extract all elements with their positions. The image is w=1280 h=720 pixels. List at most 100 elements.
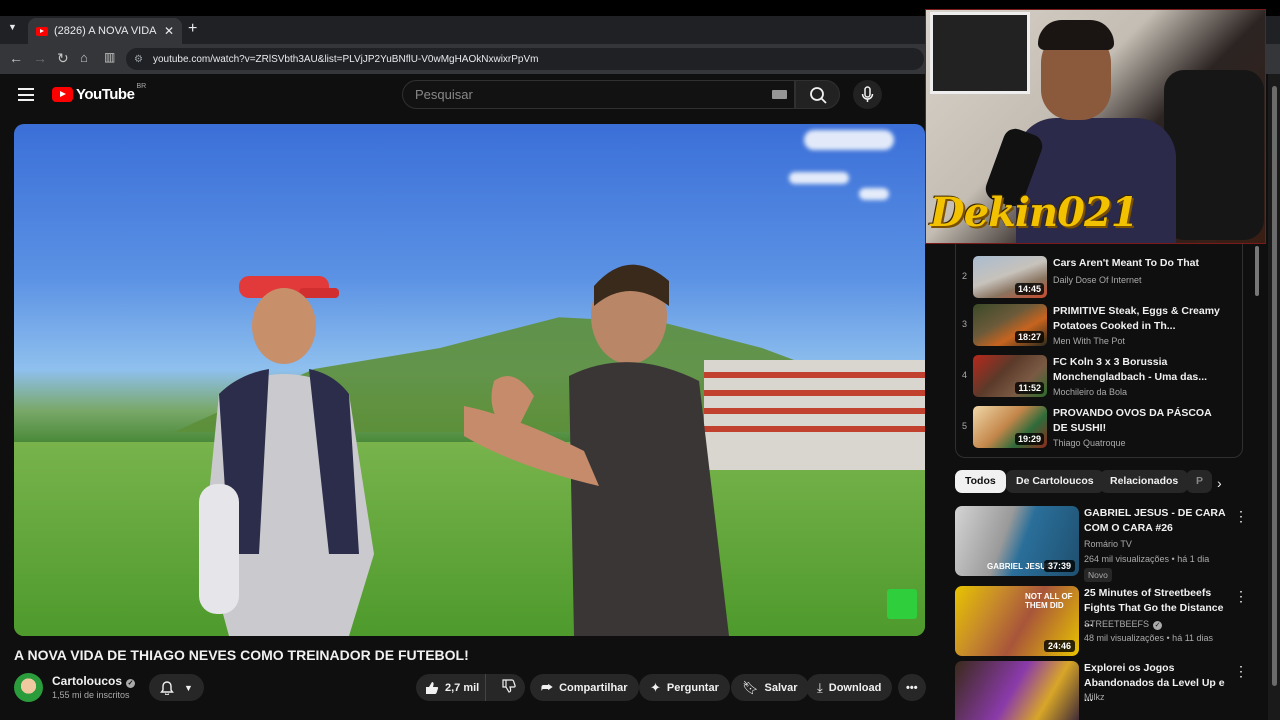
youtube-logo[interactable]: YouTube BR [52,83,147,103]
country-code: BR [136,83,147,90]
duration: 18:27 [1014,331,1044,343]
ask-button[interactable]: ✦ Perguntar [639,674,730,701]
thumbnail-caption: NOT ALL OF THEM DID [1025,592,1073,610]
recommended-video[interactable]: Explorei os Jogos Abandonados da Level U… [955,661,1245,720]
verified-icon: ✓ [126,679,136,688]
playlist-thumbnail: 19:29 [973,406,1047,448]
thumbnail-caption: GABRIEL JESUS [987,562,1052,571]
new-badge: Novo [1084,568,1112,582]
sparkle-icon: ✦ [650,679,661,695]
like-dislike-group: 2,7 mil [416,674,525,701]
channel-name[interactable]: Cartoloucos ✓ [52,674,136,688]
new-tab-icon[interactable]: + [188,20,197,38]
playlist-thumbnail: 11:52 [973,355,1047,397]
playlist-index: 4 [962,370,968,380]
video-player[interactable] [14,124,925,636]
tab-search-chevron-icon[interactable]: ▼ [8,22,17,32]
download-button[interactable]: ⤓ Download [806,674,893,701]
microphone-icon [861,86,874,102]
forward-icon[interactable]: → [33,50,47,66]
chevron-right-icon[interactable]: › [1217,475,1222,491]
bell-icon [160,681,174,695]
share-label: Compartilhar [559,681,628,694]
home-icon[interactable]: ⌂ [80,50,88,65]
playlist-index: 5 [962,421,968,431]
duration: 11:52 [1015,382,1044,394]
more-vertical-icon[interactable]: ⋮ [1234,588,1248,605]
share-icon: ⮫ [541,679,554,695]
recommended-video[interactable]: GABRIEL JESUS 37:39 GABRIEL JESUS - DE C… [955,506,1248,582]
cloud [859,188,889,200]
playlist-title: PRIMITIVE Steak, Eggs & Creamy Potatoes … [1053,305,1220,332]
search-input[interactable]: Pesquisar [402,80,795,109]
channel-name-text: Cartoloucos [52,674,123,688]
reload-icon[interactable]: ↻ [57,50,69,67]
recommended-title: Explorei os Jogos Abandonados da Level U… [1084,662,1225,704]
verified-icon: ✓ [1153,621,1163,630]
close-tab-icon[interactable]: ✕ [164,24,174,38]
url-field[interactable]: ⚙ youtube.com/watch?v=ZRlSVbth3AU&list=P… [126,48,924,70]
duration: 14:45 [1014,283,1044,295]
share-button[interactable]: ⮫ Compartilhar [530,674,639,701]
dislike-button[interactable] [492,679,525,696]
playlist-thumbnail: 14:45 [973,256,1047,298]
download-label: Download [828,681,882,694]
bookmark-icon: 🔖︎ [742,679,759,695]
playlist-item[interactable]: 4 11:52 FC Koln 3 x 3 Borussia Monchengl… [962,353,1232,399]
keyboard-icon[interactable] [772,90,787,99]
search-icon [810,87,827,104]
recommended-channel: STREETBEEFS ✓ [1084,619,1163,630]
playlist-channel: Thiago Quatroque [1053,438,1126,448]
channel-watermark[interactable] [887,589,917,619]
chip-all[interactable]: Todos [955,470,1006,493]
save-label: Salvar [764,681,798,694]
playlist-item[interactable]: 3 18:27 PRIMITIVE Steak, Eggs & Creamy P… [962,302,1232,348]
voice-search-button[interactable] [853,80,882,109]
thumbs-up-icon [426,681,439,694]
url-text: youtube.com/watch?v=ZRlSVbth3AU&list=PLV… [152,53,539,65]
recommended-stats: 264 mil visualizações • há 1 dia [1084,554,1210,564]
playlist-channel: Mochileiro da Bola [1053,387,1128,397]
chip-partial[interactable]: P [1186,470,1212,493]
search-button[interactable] [795,80,840,109]
tab-title: (2826) A NOVA VIDA DE THIAGO NEVES [54,25,158,37]
playlist-title: PROVANDO OVOS DA PÁSCOA DE SUSHI! [1053,407,1212,434]
chevron-down-icon: ▼ [184,682,193,693]
more-vertical-icon[interactable]: ⋮ [1234,663,1245,680]
download-icon: ⤓ [817,679,823,695]
channel-name-text: STREETBEEFS [1084,619,1150,629]
duration: 37:39 [1043,560,1075,572]
save-button[interactable]: 🔖︎ Salvar [731,674,809,701]
back-icon[interactable]: ← [9,50,23,66]
playlist-scrollbar[interactable] [1255,246,1259,296]
thumbs-down-icon [501,679,516,693]
video-thumbnail: GABRIEL JESUS 37:39 [955,506,1079,576]
more-vertical-icon[interactable]: ⋮ [1234,508,1248,525]
playlist-channel: Daily Dose Of Internet [1053,275,1142,285]
gaming-chair [1164,70,1264,240]
browser-tab[interactable]: (2826) A NOVA VIDA DE THIAGO NEVES ✕ [28,18,182,44]
playlist-item[interactable]: 2 14:45 Cars Aren't Meant To Do That Dai… [962,254,1232,300]
youtube-favicon-icon [36,26,48,36]
chip-related[interactable]: Relacionados [1100,470,1189,493]
playlist-index: 2 [962,271,968,281]
recommended-channel: Milkz [1084,692,1105,702]
reading-mode-icon[interactable]: ▥ [104,50,115,64]
playlist-thumbnail: 18:27 [973,304,1047,346]
recommended-channel: Romário TV [1084,539,1132,549]
playlist-channel: Men With The Pot [1053,336,1125,346]
more-actions-button[interactable]: ••• [898,674,926,701]
video-title: A NOVA VIDA DE THIAGO NEVES COMO TREINAD… [14,647,469,663]
playlist-item[interactable]: 5 19:29 PROVANDO OVOS DA PÁSCOA DE SUSHI… [962,404,1232,450]
like-button[interactable]: 2,7 mil [416,674,487,701]
channel-avatar[interactable] [14,673,43,702]
duration: 24:46 [1043,640,1075,652]
chip-from-channel[interactable]: De Cartoloucos [1006,470,1104,493]
site-info-icon[interactable]: ⚙ [134,54,143,65]
notification-button[interactable]: ▼ [149,674,204,701]
menu-icon[interactable] [18,88,34,101]
video-thumbnail: NOT ALL OF THEM DID 24:46 [955,586,1079,656]
subscriber-count: 1,55 mi de inscritos [52,690,130,700]
recommended-video[interactable]: NOT ALL OF THEM DID 24:46 25 Minutes of … [955,586,1248,658]
page-scrollbar-thumb[interactable] [1272,86,1277,686]
